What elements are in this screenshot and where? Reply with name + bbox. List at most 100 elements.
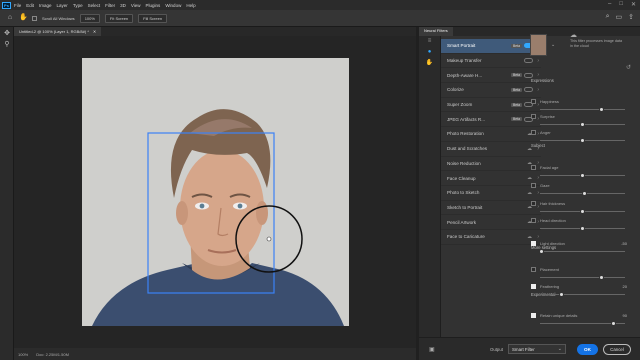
slider-checkbox[interactable] [531, 165, 536, 170]
chevron-down-icon[interactable]: ⌄ [551, 42, 555, 48]
menu-filter[interactable]: Filter [105, 3, 115, 8]
filter-item-label: Noise Reduction [447, 160, 481, 166]
fill-screen-button[interactable]: Fill Screen [138, 13, 168, 23]
menu-window[interactable]: Window [165, 3, 181, 8]
slider-checkbox[interactable] [531, 183, 536, 188]
filter-item[interactable]: Sketch to Portrait ☁ › [441, 201, 541, 216]
slider-label: Retain unique details [540, 313, 578, 318]
slider-track[interactable] [540, 251, 625, 252]
filter-item[interactable]: Face to Caricature ☁ › [441, 230, 541, 245]
menu-select[interactable]: Select [88, 3, 101, 8]
share-icon[interactable]: ⇪ [628, 13, 634, 21]
slider-handle[interactable] [539, 249, 545, 254]
fit-screen-button[interactable]: Fit Screen [104, 13, 134, 23]
filter-item[interactable]: Super Zoom Beta › [441, 98, 541, 113]
workspace-icon[interactable]: ▭ [616, 13, 623, 21]
hand-icon[interactable]: ✋ [419, 58, 440, 69]
filter-item[interactable]: JPEG Artifacts R... Beta › [441, 112, 541, 128]
portrait-illustration [82, 58, 349, 326]
menu-plugins[interactable]: Plugins [146, 3, 161, 8]
filter-toggle[interactable] [524, 72, 533, 78]
layers-icon[interactable]: ≡ [419, 36, 440, 47]
menu-edit[interactable]: Edit [26, 3, 34, 8]
menu-file[interactable]: File [14, 3, 21, 8]
slider-handle[interactable] [598, 275, 604, 280]
filter-item-label: Colorize [447, 87, 464, 93]
zoom-100-button[interactable]: 100% [79, 13, 100, 23]
close-tab-icon[interactable]: ✕ [93, 29, 96, 34]
filter-item-label: Depth-Aware H... [447, 72, 483, 78]
slider-value: -50 [621, 241, 627, 246]
chevron-right-icon: › [537, 233, 539, 240]
neural-filters-tool-rail: ≡ ● ✋ [419, 36, 441, 337]
slider-checkbox[interactable] [531, 201, 536, 206]
canvas-area[interactable] [14, 36, 416, 348]
menu-image[interactable]: Image [39, 3, 52, 8]
ok-button[interactable]: OK [577, 344, 598, 355]
filter-item[interactable]: Depth-Aware H... Beta › [441, 68, 541, 84]
cloud-icon: ☁ [570, 32, 577, 39]
slider-handle[interactable] [580, 138, 585, 143]
output-select[interactable]: Smart Filter ⌄ [508, 344, 566, 354]
slider-row: Light direction -50 [531, 240, 627, 256]
slider-track[interactable] [540, 294, 625, 295]
status-zoom[interactable]: 100% [18, 352, 28, 357]
person-icon[interactable]: ● [419, 47, 440, 58]
slider-track[interactable] [540, 109, 625, 110]
options-right: ⌕ ▭ ⇪ [606, 13, 634, 21]
menu-type[interactable]: Type [73, 3, 83, 8]
slider-handle[interactable] [580, 226, 585, 231]
filter-item[interactable]: Photo to Sketch ☁ › [441, 186, 541, 201]
slider-row: Happiness [531, 98, 627, 114]
filter-toggle[interactable] [524, 58, 533, 64]
menu-view[interactable]: View [131, 3, 141, 8]
maximize-icon[interactable]: □ [619, 1, 623, 8]
scroll-all-windows-checkbox[interactable] [32, 15, 37, 21]
minimize-icon[interactable]: – [608, 1, 611, 8]
slider-label: Feathering [540, 284, 560, 289]
search-icon[interactable]: ⌕ [606, 13, 610, 21]
move-tool-icon[interactable]: ✥ [0, 27, 14, 40]
home-icon[interactable]: ⌂ [6, 14, 14, 22]
slider-handle[interactable] [610, 321, 616, 326]
filter-toggle[interactable] [524, 87, 533, 93]
slider-checkbox[interactable] [531, 241, 536, 246]
chevron-right-icon: › [537, 57, 539, 64]
filter-item[interactable]: Noise Reduction ☁ › [441, 157, 541, 172]
slider-handle[interactable] [558, 292, 564, 297]
slider-track[interactable] [540, 277, 625, 278]
slider-handle[interactable] [598, 107, 604, 112]
filter-item[interactable]: Colorize Beta › [441, 83, 541, 98]
slider-checkbox[interactable] [531, 99, 536, 104]
filter-item[interactable]: Pencil Artwork ☁ › [441, 215, 541, 230]
hand-tool-icon[interactable]: ✋ [19, 14, 28, 22]
layer-preview-icon[interactable]: ▣ [429, 346, 435, 353]
slider-handle[interactable] [581, 191, 587, 196]
close-icon[interactable]: ✕ [631, 1, 636, 8]
slider-handle[interactable] [580, 173, 585, 178]
menu-help[interactable]: Help [186, 3, 195, 8]
filter-item[interactable]: Photo Restoration ☁ › [441, 127, 541, 142]
filter-item-label: Smart Portrait [447, 43, 476, 49]
slider-checkbox[interactable] [531, 218, 536, 223]
slider-checkbox[interactable] [531, 114, 536, 119]
slider-checkbox[interactable] [531, 267, 536, 272]
slider-checkbox[interactable] [531, 284, 536, 289]
document-tab[interactable]: Untitled-2 @ 100% (Layer 1, RGB/8#) * ✕ [14, 27, 102, 36]
cloud-download-icon[interactable]: ☁ [527, 234, 532, 240]
slider-handle[interactable] [580, 209, 585, 214]
slider-handle[interactable] [580, 122, 585, 127]
zoom-tool-icon[interactable]: ⚲ [0, 40, 14, 53]
filter-item[interactable]: Face Cleanup ☁ › [441, 171, 541, 186]
cancel-button[interactable]: Cancel [603, 344, 631, 355]
slider-checkbox[interactable] [531, 313, 536, 318]
menu-layer[interactable]: Layer [57, 3, 68, 8]
menu-3d[interactable]: 3D [120, 3, 126, 8]
slider-checkbox[interactable] [531, 130, 536, 135]
filter-item[interactable]: Smart PortraitBeta› [441, 39, 541, 54]
reset-icon[interactable]: ↺ [626, 64, 631, 71]
beta-badge: Beta [511, 102, 522, 107]
filter-item-label: Super Zoom [447, 102, 473, 108]
filter-item[interactable]: Dust and Scratches ☁ › [441, 142, 541, 157]
filter-item[interactable]: Makeup Transfer › [441, 54, 541, 69]
